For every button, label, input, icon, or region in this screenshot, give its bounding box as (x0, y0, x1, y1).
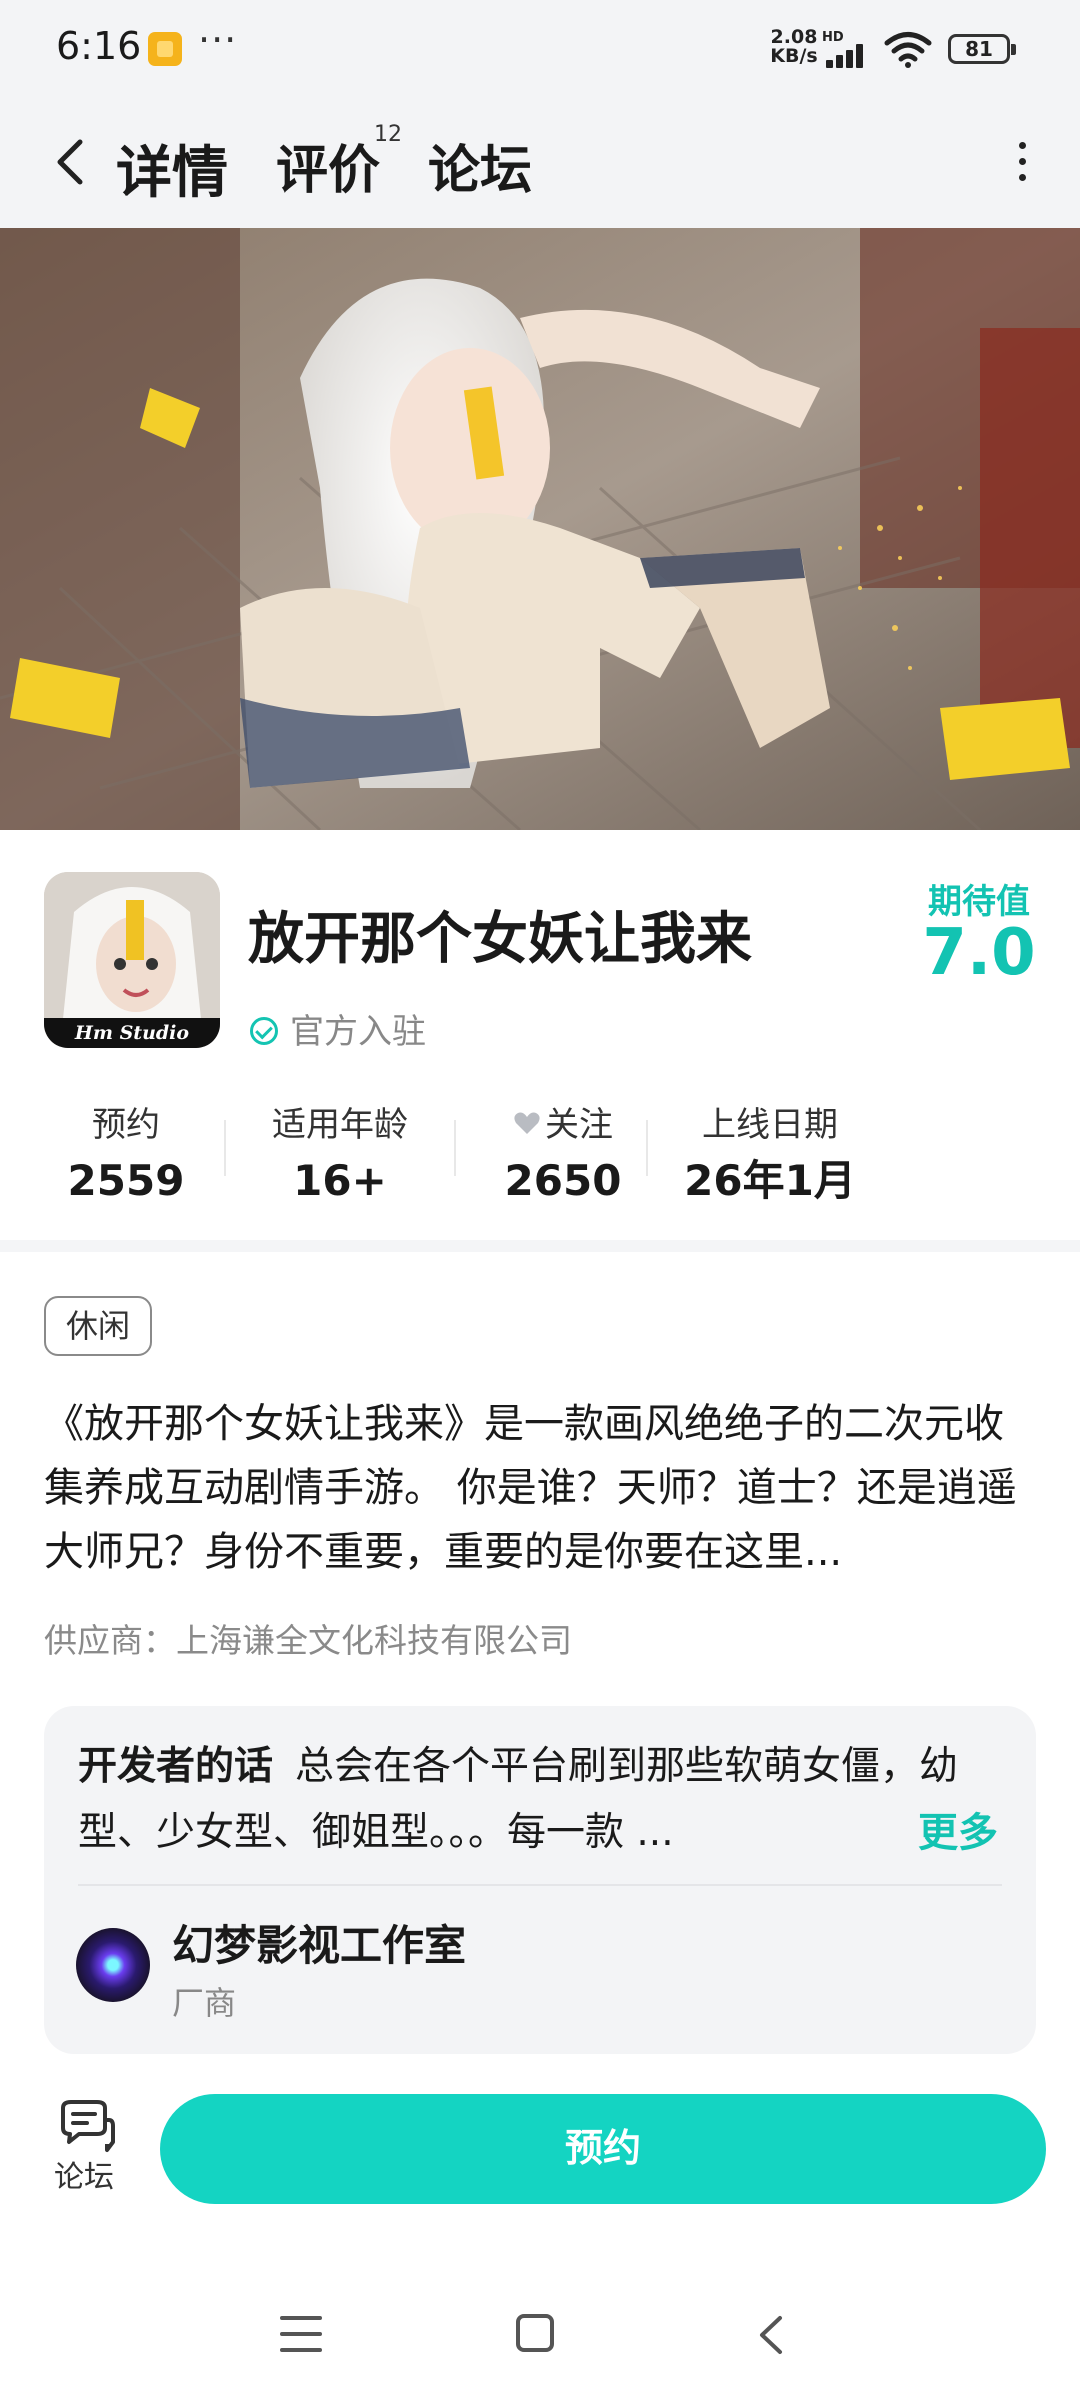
verified-check-icon (250, 1016, 278, 1045)
more-link[interactable]: 更多 (908, 1800, 998, 1866)
battery-icon: 81 (948, 34, 1016, 64)
hd-indicator: HD (822, 30, 844, 45)
divider (78, 1884, 1002, 1886)
developer-words[interactable]: 开发者的话 总会在各个平台刷到那些软萌女僵，幼型、少女型、御姐型。。。每一款 ..… (78, 1734, 1008, 1866)
stat-reservations-value: 2559 (67, 1156, 185, 1205)
game-icon: Hm Studio (44, 872, 220, 1048)
stat-followers-value: 2650 (504, 1156, 622, 1205)
game-title: 放开那个女妖让我来 (248, 907, 752, 972)
network-speed: 2.08 KB/s (766, 28, 822, 66)
stat-release-date: 上线日期 26年1月 (670, 1100, 870, 1210)
genre-tag[interactable]: 休闲 (44, 1296, 153, 1356)
top-nav: 详情 评价 12 论坛 (0, 96, 1080, 228)
tab-reviews-label: 评价 (276, 141, 381, 201)
divider (454, 1120, 456, 1176)
review-count-badge: 12 (374, 122, 402, 147)
heart-icon (514, 1112, 540, 1134)
wifi-icon (884, 32, 932, 68)
status-time: 6:16 (56, 24, 142, 68)
forum-button[interactable]: 论坛 (38, 2098, 130, 2210)
system-back-icon[interactable] (752, 2312, 788, 2358)
supplier-info: 供应商：上海谦全文化科技有限公司 (44, 1621, 572, 1660)
divider (646, 1120, 648, 1176)
status-more-icon: ··· (198, 18, 238, 62)
tab-forum-label: 论坛 (428, 141, 533, 201)
forum-button-label: 论坛 (54, 2160, 114, 2195)
banner-artwork (0, 228, 1080, 830)
home-icon[interactable] (516, 2314, 554, 2352)
developer-role: 厂商 (172, 1984, 237, 2022)
official-badge-label: 官方入驻 (290, 1012, 426, 1052)
banner-image[interactable] (0, 228, 1080, 830)
chat-bubble-icon (61, 2100, 115, 2152)
official-badge: 官方入驻 (250, 1004, 426, 1053)
back-arrow-icon[interactable] (44, 130, 100, 194)
signal-icon (826, 44, 874, 68)
stat-age-rating-value: 16+ (293, 1156, 387, 1205)
stats-row: 预约 2559 适用年龄 16+ 关注 2650 上线日期 26年1月 (0, 1100, 1080, 1210)
tab-details-label: 详情 (116, 141, 228, 206)
stat-release-date-label: 上线日期 (702, 1105, 838, 1145)
network-speed-unit: KB/s (770, 45, 818, 67)
reserve-button[interactable]: 预约 (160, 2094, 1046, 2204)
more-options-icon[interactable] (1018, 142, 1028, 182)
system-nav-bar (0, 2264, 1080, 2400)
stat-followers-label: 关注 (545, 1105, 613, 1145)
recent-apps-icon[interactable] (280, 2316, 322, 2352)
tab-reviews[interactable]: 评价 12 (276, 122, 402, 203)
section-divider (0, 1240, 1080, 1252)
status-bar: 6:16 ··· 2.08 KB/s HD 81 (0, 0, 1080, 96)
game-description[interactable]: 《放开那个女妖让我来》是一款画风绝绝子的二次元收集养成互动剧情手游。 你是谁？天… (44, 1392, 1038, 1584)
developer-card: 开发者的话 总会在各个平台刷到那些软萌女僵，幼型、少女型、御姐型。。。每一款 ..… (44, 1706, 1036, 2054)
divider (224, 1120, 226, 1176)
game-icon-caption: Hm Studio (74, 1022, 190, 1044)
tab-forum[interactable]: 论坛 (428, 128, 532, 203)
tab-details[interactable]: 详情 (116, 128, 228, 209)
notification-app-icon (148, 32, 182, 66)
stat-reservations: 预约 2559 (46, 1100, 206, 1210)
stat-release-date-value: 26年1月 (684, 1156, 856, 1205)
developer-words-heading: 开发者的话 (78, 1744, 274, 1789)
developer-avatar[interactable] (76, 1928, 150, 2002)
stat-followers: 关注 2650 (478, 1100, 648, 1210)
developer-name[interactable]: 幻梦影视工作室 (172, 1912, 466, 1973)
stat-age-rating: 适用年龄 16+ (250, 1100, 430, 1210)
stat-reservations-label: 预约 (92, 1105, 160, 1145)
expect-score-value: 7.0 (922, 916, 1036, 990)
stat-age-rating-label: 适用年龄 (272, 1105, 408, 1145)
